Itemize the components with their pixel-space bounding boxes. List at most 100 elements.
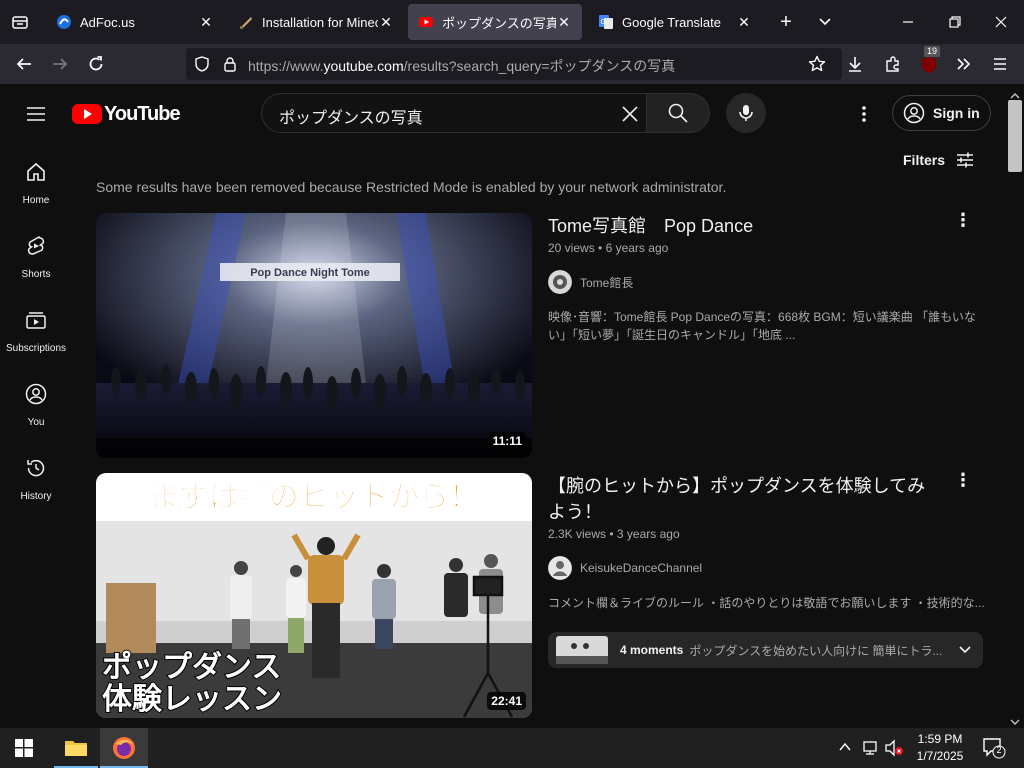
channel-name: KeisukeDanceChannel [580,561,703,575]
close-window-icon[interactable] [986,8,1016,36]
shorts-icon [27,236,45,255]
chevron-down-icon [959,646,971,654]
minimize-icon[interactable] [893,8,923,36]
page-scrollbar[interactable] [1006,84,1024,728]
settings-more-icon[interactable] [854,102,874,126]
url-prefix: https://www. [248,58,324,74]
extensions-puzzle-icon[interactable] [881,52,905,76]
folder-icon [65,741,87,756]
sidebar-item-you[interactable]: You [0,382,72,428]
channel-name: Tome館長 [580,275,634,290]
stage-banner-text: Pop Dance Night Tome [250,267,370,279]
channel-link[interactable]: KeisukeDanceChannel [548,556,702,580]
video-action-menu-icon[interactable]: ⋮ [954,210,972,231]
youtube-logo[interactable]: YouTube [72,102,181,126]
moments-count: 4 moments [620,643,684,657]
restricted-mode-notice: Some results have been removed because R… [96,179,727,195]
reload-icon[interactable] [84,52,108,76]
notification-center-icon[interactable]: 2 [982,737,1006,759]
downloads-icon[interactable] [843,52,867,76]
video-title[interactable]: Tome写真館 Pop Dance [548,213,948,239]
tab-youtube-active[interactable]: ポップダンスの写真 - YouTube ✕ [408,4,582,40]
search-button[interactable] [646,93,710,133]
scroll-up-arrow-icon[interactable] [1010,88,1020,99]
tab-title: AdFoc.us [80,14,135,30]
new-tab-icon[interactable]: + [771,8,801,36]
bookmark-star-icon[interactable] [808,55,826,73]
filters-sliders-icon [957,152,974,168]
microphone-icon [739,105,753,121]
scrollbar-thumb[interactable] [1008,100,1022,172]
sidebar-item-label: History [20,491,52,502]
upload-age: 3 years ago [616,527,680,541]
network-icon[interactable] [862,739,880,757]
sidebar-item-history[interactable]: History [0,456,72,502]
you-icon [25,383,47,405]
lock-icon[interactable] [222,56,238,72]
search-input[interactable]: ポップダンスの写真 [261,93,647,133]
search-icon [668,103,688,123]
browser-tab-bar: AdFoc.us ✕ Installation for Minecraft ✕ … [0,0,1024,44]
sidebar-item-label: Home [22,195,50,206]
channel-link[interactable]: Tome館長 [548,270,633,294]
browser-nav-bar: https://www.youtube.com/results?search_q… [0,44,1024,84]
description-line: い」「短い夢」「誕生日のキャンドル」「地底 ... [548,328,796,342]
tab-adfocus[interactable]: AdFoc.us ✕ [46,4,224,40]
ublock-extension-icon[interactable]: 19 [917,46,941,76]
sidebar-item-label: You [27,417,45,428]
thumbnail-bottom-text-line1: ポップダンス [102,650,281,685]
video-description: 映像･音響：Tome館長 Pop Danceの写真：668枚 BGM：短い議楽曲… [548,308,984,344]
scroll-down-arrow-icon[interactable] [1010,714,1020,725]
show-hidden-icons-chevron-icon[interactable] [838,740,852,754]
app-menu-hamburger-icon[interactable] [988,52,1012,76]
video-action-menu-icon[interactable]: ⋮ [954,470,972,491]
clear-search-icon[interactable] [620,104,640,124]
clock-time: 1:59 PM [917,732,963,746]
filters-button[interactable]: Filters [903,150,975,170]
more-tools-chevrons-icon[interactable] [952,52,976,76]
url-path: /results?search_query=ポップダンスの写真 [403,58,676,74]
close-tab-icon[interactable]: ✕ [378,14,394,31]
sign-in-button[interactable]: Sign in [892,95,991,131]
key-moments-expander[interactable]: 4 moments ポップダンスを始めたい人向けに 簡単にトラ... [548,632,983,668]
restore-icon[interactable] [940,8,970,36]
close-tab-icon[interactable]: ✕ [736,14,752,31]
forward-arrow-icon[interactable] [48,52,72,76]
back-arrow-icon[interactable] [12,52,36,76]
address-bar[interactable]: https://www.youtube.com/results?search_q… [186,48,842,80]
close-tab-icon[interactable]: ✕ [198,14,214,31]
adfocus-favicon-icon [57,15,71,29]
sidebar-item-subscriptions[interactable]: Subscriptions [0,308,72,354]
video-duration: 22:41 [487,692,526,710]
guide-menu-icon[interactable] [24,102,48,126]
video-meta: 20 views • 6 years ago [548,241,669,255]
video-thumbnail[interactable]: Pop Dance Night Tome 11:11 [96,213,532,458]
start-button[interactable] [2,728,46,768]
file-explorer-taskbar-button[interactable] [54,728,98,768]
minecraft-favicon-icon [240,17,252,29]
sidebar-item-home[interactable]: Home [0,160,72,206]
tab-list-icon[interactable] [10,12,30,32]
firefox-icon [113,737,135,759]
channel-avatar [548,556,572,580]
voice-search-button[interactable] [726,93,766,133]
list-all-tabs-chevron-icon[interactable] [810,8,840,36]
video-description: コメント欄＆ライブのルール ・話のやりとりは敬語でお願いします ・技術的な... [548,596,984,610]
upload-age: 6 years ago [605,241,669,255]
view-count: 20 views [548,241,595,255]
youtube-play-logo-icon [72,104,102,124]
video-title[interactable]: 【腕のヒットから】ポップダンスを体験してみよう！ [548,473,938,525]
volume-muted-icon[interactable] [884,739,904,757]
url-text: https://www.youtube.com/results?search_q… [248,56,675,76]
url-domain: youtube.com [323,58,404,74]
tab-google-translate[interactable]: G Google Translate ✕ [588,4,762,40]
video-thumbnail[interactable]: まずは腕のヒットから！ ポップダンス 体験レッスン 22:41 [96,473,532,718]
stage-dance-thumbnail-image: Pop Dance Night Tome [96,213,532,458]
firefox-taskbar-button[interactable] [100,728,148,768]
taskbar-clock[interactable]: 1:59 PM 1/7/2025 [912,731,968,765]
tab-minecraft[interactable]: Installation for Minecraft ✕ [228,4,404,40]
close-tab-icon[interactable]: ✕ [556,14,572,31]
sidebar-item-shorts[interactable]: Shorts [0,234,72,280]
svg-text:G: G [601,19,606,26]
shield-icon[interactable] [194,56,210,72]
